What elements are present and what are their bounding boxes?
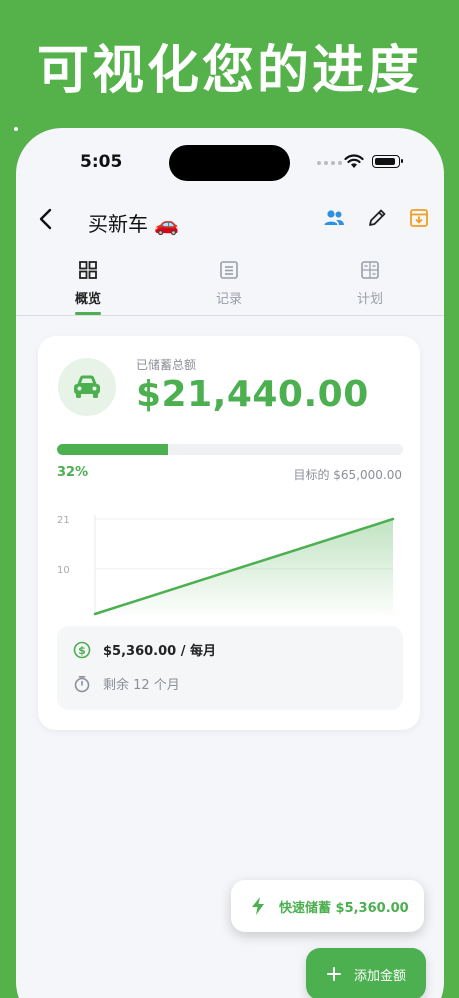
car-avatar (58, 358, 116, 416)
quick-save-label: 快速储蓄 $5,360.00 (279, 900, 409, 916)
promo-headline: 可视化您的进度 (36, 41, 422, 101)
target-amount: 目标的 $65,000.00 (293, 468, 402, 482)
tab-active-indicator (75, 312, 101, 315)
chart-y-tick-label: 21 (57, 515, 70, 526)
dollar-circle-icon: $ (73, 641, 91, 658)
progress-bar (57, 444, 403, 455)
plus-icon (327, 967, 341, 981)
chart-y-tick-label: 10 (57, 565, 70, 576)
tab-overview[interactable]: 概览 (58, 254, 118, 315)
tab-label: 概览 (74, 292, 101, 307)
remaining-months: 剩余 12 个月 (103, 678, 180, 693)
summary-card: 已储蓄总额 $21,440.00 32% 目标的 $65,000.00 21 10… (38, 336, 420, 730)
tab-records[interactable]: 记录 (199, 254, 259, 307)
list-icon (220, 261, 238, 279)
grid-icon (79, 261, 97, 279)
back-chevron-icon[interactable] (36, 206, 56, 232)
tab-plan[interactable]: 计划 (340, 254, 400, 307)
tab-bar: 概览 记录 计划 (16, 254, 444, 316)
phone-screen: 5:05 买新车 🚗 概览 记录 计划 已储蓄总额 $21,440.00 32%… (16, 128, 444, 998)
wifi-icon (344, 154, 364, 168)
car-icon (74, 375, 100, 398)
add-amount-label: 添加金额 (354, 968, 407, 984)
signal-icon (317, 161, 342, 165)
archive-icon[interactable] (408, 207, 430, 229)
dynamic-island (169, 145, 290, 181)
savings-chart: 21 10 (57, 515, 395, 616)
progress-fill (57, 444, 168, 455)
svg-text:$: $ (78, 644, 86, 657)
timer-icon (74, 675, 90, 692)
status-time: 5:05 (80, 152, 123, 172)
page-title: 买新车 🚗 (88, 212, 180, 236)
status-bar: 5:05 (16, 128, 444, 198)
edit-pencil-icon[interactable] (366, 207, 388, 229)
lightning-icon (252, 897, 264, 915)
tab-label: 记录 (215, 292, 242, 307)
saved-total-label: 已储蓄总额 (136, 358, 197, 372)
calculator-icon (361, 261, 379, 279)
members-icon[interactable] (322, 206, 346, 230)
tab-label: 计划 (356, 292, 383, 307)
monthly-amount: $5,360.00 / 每月 (103, 644, 216, 659)
nav-bar: 买新车 🚗 (16, 200, 444, 240)
progress-percent: 32% (57, 465, 89, 480)
add-amount-button[interactable]: 添加金额 (306, 948, 426, 998)
quick-save-button[interactable]: 快速储蓄 $5,360.00 (231, 880, 424, 932)
saved-total-amount: $21,440.00 (136, 374, 369, 415)
plan-info-box: $ $5,360.00 / 每月 剩余 12 个月 (57, 626, 403, 710)
battery-icon (372, 155, 403, 168)
